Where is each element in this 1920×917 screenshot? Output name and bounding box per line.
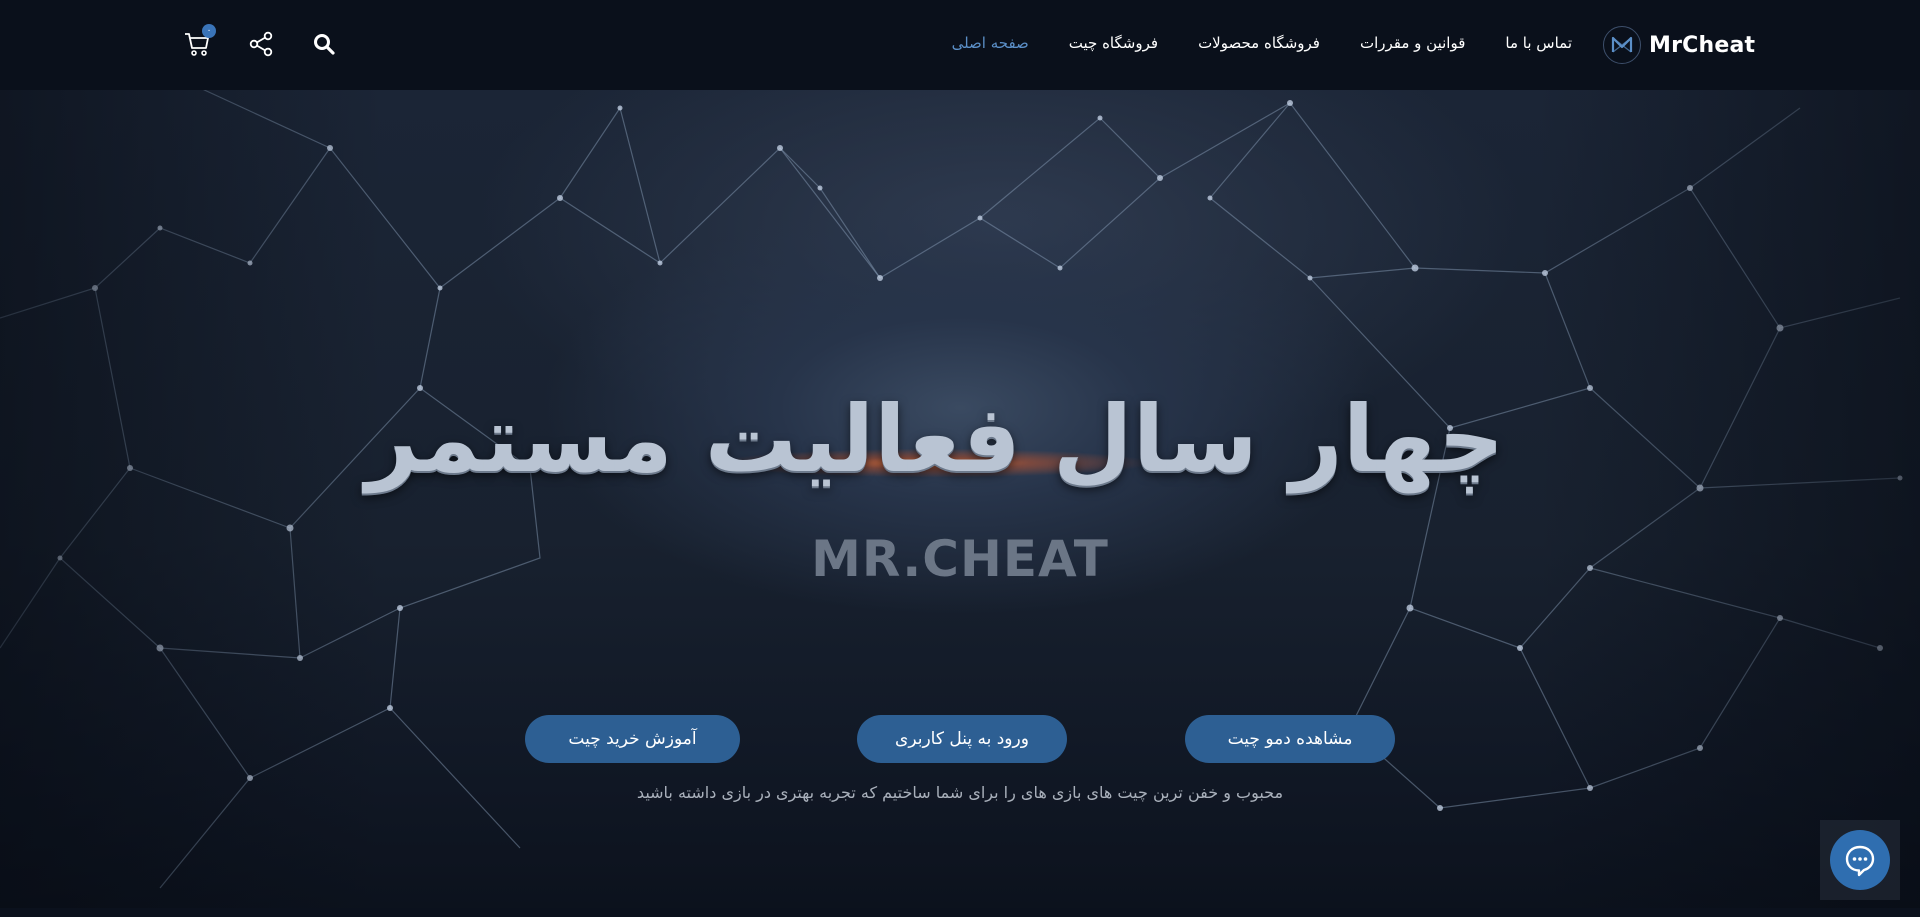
share-icon[interactable] xyxy=(247,30,275,58)
hero-subtitle: محبوب و خفن ترین چیت های بازی های را برا… xyxy=(636,783,1284,802)
chat-widget xyxy=(1820,820,1900,900)
nav-item-home[interactable]: صفحه اصلی xyxy=(952,30,1029,56)
nav-item-rules[interactable]: قوانین و مقررات xyxy=(1360,30,1465,56)
nav-item-contact[interactable]: تماس با ما xyxy=(1505,30,1572,56)
site-header: MrCheat صفحه اصلی فروشگاه چیت فروشگاه مح… xyxy=(0,0,1920,90)
nav-item-products-shop[interactable]: فروشگاه محصولات xyxy=(1198,30,1320,56)
logo-mark-icon xyxy=(1603,26,1641,64)
nav-item-cheat-shop[interactable]: فروشگاه چیت xyxy=(1069,30,1158,56)
logo-text: MrCheat xyxy=(1649,32,1756,58)
main-nav: صفحه اصلی فروشگاه چیت فروشگاه محصولات قو… xyxy=(952,30,1572,56)
purchase-tutorial-button[interactable]: آموزش خرید چیت xyxy=(525,715,740,763)
cart-icon[interactable]: ۰ xyxy=(183,24,216,58)
search-icon[interactable] xyxy=(310,30,338,58)
cart-count-badge: ۰ xyxy=(202,24,216,38)
hero-brand-text: MR.CHEAT xyxy=(811,530,1109,588)
hero-title: چهار سال فعالیت مستمر xyxy=(365,386,1507,493)
view-demo-button[interactable]: مشاهده دمو چیت xyxy=(1185,715,1395,763)
chat-bubble-icon[interactable] xyxy=(1830,830,1890,890)
logo[interactable]: MrCheat xyxy=(1603,26,1755,64)
user-panel-button[interactable]: ورود به پنل کاربری xyxy=(857,715,1067,763)
